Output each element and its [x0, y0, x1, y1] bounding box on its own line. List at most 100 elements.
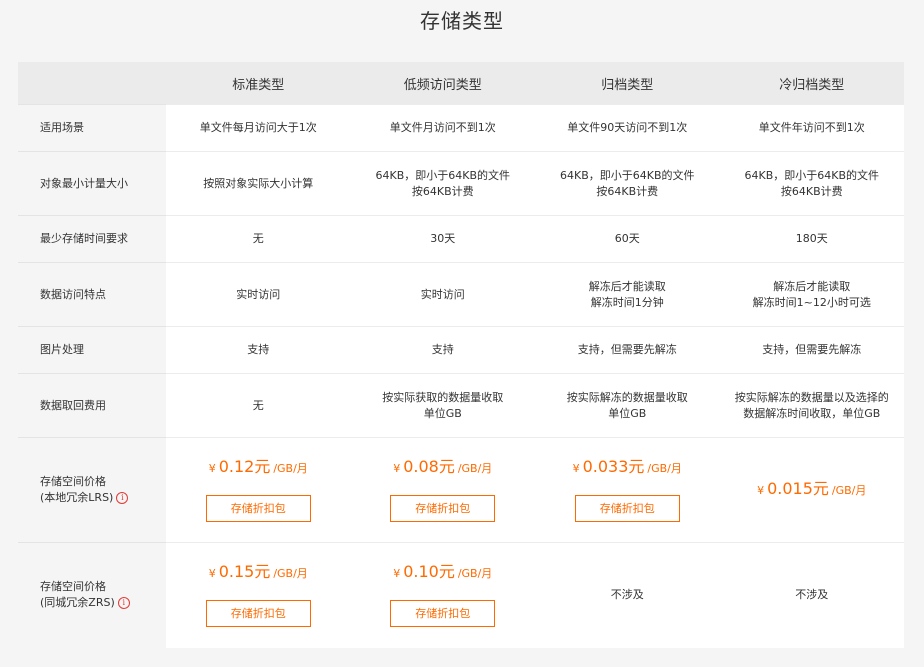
- row-label-storage-price: 存储空间价格 (同城冗余ZRS) i: [18, 542, 166, 648]
- table-header-row: 标准类型 低频访问类型 归档类型 冷归档类型: [18, 62, 904, 105]
- price-unit: /GB/月: [457, 461, 493, 475]
- price-value: ¥0.08元/GB/月: [352, 456, 535, 477]
- price-value: ¥0.015元/GB/月: [721, 481, 904, 499]
- row-label-text: 对象最小计量大小: [40, 176, 128, 190]
- cell-text: 64KB，即小于64KB的文件: [559, 168, 695, 182]
- cell-text: 64KB，即小于64KB的文件: [375, 168, 510, 182]
- cell-text: 支持，但需要先解冻: [577, 343, 677, 356]
- row-label-text: 适用场景: [40, 121, 84, 134]
- info-icon[interactable]: i: [116, 492, 129, 504]
- storage-discount-package-button[interactable]: 存储折扣包: [205, 599, 311, 627]
- cell-text: 按实际获取的数据量收取: [382, 390, 504, 404]
- cell-text: 按实际解冻的数据量收取: [566, 390, 688, 404]
- storage-type-table: 标准类型 低频访问类型 归档类型 冷归档类型 适用场景 单文件每月访问大于1次 单文…: [18, 62, 904, 648]
- table-cell: 无: [166, 373, 351, 438]
- storage-discount-package-button[interactable]: 存储折扣包: [574, 494, 680, 522]
- row-label-subtext: (本地冗余LRS) i: [40, 490, 165, 506]
- table-row: 对象最小计量大小 按照对象实际大小计算 64KB，即小于64KB的文件 按64KB计费…: [18, 151, 904, 216]
- redundancy-label: (同城冗余ZRS): [40, 596, 115, 610]
- table-cell: 按实际解冻的数据量收取 单位GB: [535, 373, 720, 438]
- price-cell: ¥0.15元/GB/月存储折扣包: [166, 542, 351, 648]
- cell-text: 单文件年访问不到1次: [758, 121, 865, 134]
- price-amount: 0.12元: [218, 456, 271, 476]
- storage-discount-package-button[interactable]: 存储折扣包: [390, 494, 496, 522]
- price-cell: ¥0.12元/GB/月存储折扣包: [166, 437, 351, 543]
- table-cell: 64KB，即小于64KB的文件 按64KB计费: [350, 151, 535, 216]
- row-label-storage-price: 存储空间价格 (本地冗余LRS) i: [18, 437, 166, 543]
- price-amount: 0.08元: [403, 456, 455, 476]
- cell-text: 无: [252, 398, 264, 412]
- price-amount: 0.10元: [403, 561, 455, 581]
- header-archive: 归档类型: [535, 62, 720, 105]
- table-cell: 无: [166, 215, 351, 263]
- price-value: ¥0.12元/GB/月: [167, 456, 350, 477]
- info-icon[interactable]: i: [117, 597, 130, 610]
- cell-text: 实时访问: [420, 287, 465, 301]
- cell-text: 单位GB: [423, 406, 462, 420]
- table-row: 数据访问特点 实时访问 实时访问 解冻后才能读取 解冻时间1分钟 解冻后才能读取解冻时间1…: [18, 262, 904, 327]
- table-cell: 60天: [535, 215, 720, 263]
- currency-symbol: ¥: [393, 461, 401, 475]
- price-amount: 0.15元: [218, 561, 271, 581]
- table-cell: 按实际获取的数据量收取 单位GB: [350, 373, 535, 438]
- table-row: 适用场景 单文件每月访问大于1次 单文件月访问不到1次 单文件90天访问不到1次 单文件…: [18, 104, 904, 152]
- table-cell: 180天: [719, 215, 904, 263]
- storage-discount-package-button[interactable]: 存储折扣包: [390, 599, 496, 627]
- table-cell: 支持，但需要先解冻: [535, 326, 720, 374]
- table-cell: 实时访问: [350, 262, 535, 327]
- table-cell: 按实际解冻的数据量以及选择的 数据解冻时间收取，单位GB: [719, 373, 904, 438]
- row-label-min-billing-size: 对象最小计量大小: [18, 151, 166, 216]
- price-unit: /GB/月: [273, 566, 308, 580]
- currency-symbol: ¥: [393, 566, 401, 580]
- cell-text: 解冻后才能读取: [773, 279, 851, 293]
- row-label-retrieval-fee: 数据取回费用: [18, 373, 166, 438]
- header-cell-empty: [18, 62, 166, 105]
- row-label-text: 存储空间价格: [40, 580, 106, 594]
- table-cell: 单文件每月访问大于1次: [166, 104, 351, 152]
- table-cell: 按照对象实际大小计算: [166, 151, 351, 216]
- table-cell: 单文件90天访问不到1次: [535, 104, 720, 152]
- cell-text: 按照对象实际大小计算: [203, 176, 314, 190]
- cell-text: 单文件月访问不到1次: [389, 121, 496, 134]
- cell-text: 单文件每月访问大于1次: [199, 121, 317, 134]
- currency-symbol: ¥: [208, 566, 216, 580]
- row-label-text: 图片处理: [40, 343, 84, 356]
- table-cell: 64KB，即小于64KB的文件 按64KB计费: [535, 151, 720, 216]
- storage-discount-package-button[interactable]: 存储折扣包: [205, 494, 311, 522]
- cell-text: 无: [252, 232, 264, 245]
- cell-text: 按64KB计费: [411, 184, 474, 198]
- header-standard: 标准类型: [166, 62, 351, 105]
- cell-text: 解冻时间1~12小时可选: [752, 295, 871, 309]
- cell-text: 单位GB: [608, 406, 647, 420]
- price-amount: 0.033元: [582, 456, 645, 476]
- price-row: 存储空间价格 (同城冗余ZRS) i ¥0.15元/GB/月 存储折扣包 ¥0.10元/G…: [18, 542, 904, 648]
- price-value: ¥0.033元/GB/月: [536, 456, 719, 477]
- header-infrequent-access: 低频访问类型: [350, 62, 535, 105]
- header-cold-archive: 冷归档类型: [719, 62, 904, 105]
- table-cell: 支持，但需要先解冻: [719, 326, 904, 374]
- price-value: ¥0.15元/GB/月: [167, 561, 350, 582]
- row-label-text: 数据访问特点: [40, 287, 106, 301]
- table-cell: 解冻后才能读取 解冻时间1分钟: [535, 262, 720, 327]
- table-cell: 30天: [350, 215, 535, 263]
- row-label-use-case: 适用场景: [18, 104, 166, 152]
- row-label-min-storage-duration: 最少存储时间要求: [18, 215, 166, 263]
- page-title: 存储类型: [420, 9, 504, 33]
- price-unit: /GB/月: [831, 484, 867, 497]
- price-cell: ¥0.10元/GB/月 存储折扣包: [350, 542, 535, 648]
- currency-symbol: ¥: [757, 484, 765, 497]
- row-label-image-processing: 图片处理: [18, 326, 166, 374]
- price-cell: ¥0.015元/GB/月: [719, 437, 904, 543]
- currency-symbol: ¥: [572, 461, 580, 475]
- redundancy-label: (本地冗余LRS): [40, 491, 114, 504]
- price-cell: 不涉及: [535, 542, 720, 648]
- row-label-access-characteristics: 数据访问特点: [18, 262, 166, 327]
- price-unit: /GB/月: [647, 461, 682, 475]
- price-cell: 不涉及: [719, 542, 904, 648]
- table-cell: 支持: [166, 326, 351, 374]
- cell-text: 按64KB计费: [780, 184, 843, 198]
- cell-text: 支持: [431, 343, 454, 356]
- cell-text: 实时访问: [236, 287, 281, 301]
- not-applicable-text: 不涉及: [610, 588, 644, 602]
- cell-text: 按实际解冻的数据量以及选择的: [734, 390, 889, 404]
